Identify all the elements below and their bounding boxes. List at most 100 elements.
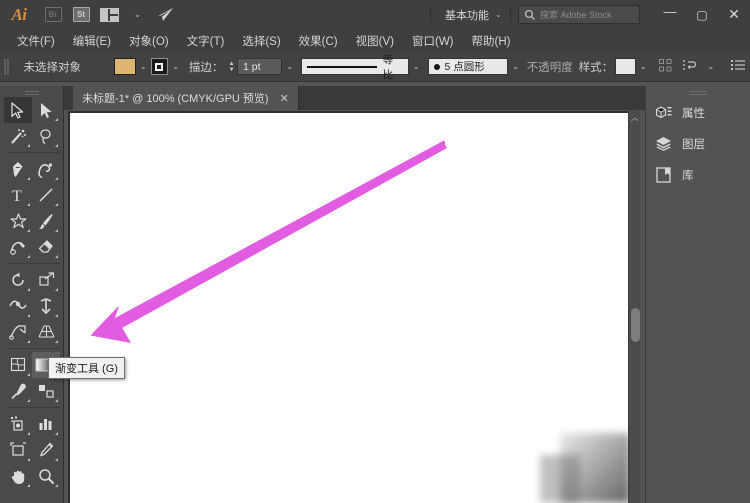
workspace-label: 基本功能 [445,9,489,22]
magic-wand-tool[interactable] [4,123,32,149]
menu-effect[interactable]: 效果(C) [290,31,347,51]
libraries-icon [655,166,672,183]
menu-select[interactable]: 选择(S) [233,31,289,51]
shape-tool[interactable] [4,208,32,234]
titlebar-divider-1 [430,6,431,23]
share-plane-icon[interactable] [152,4,178,26]
stroke-profile-chevron-icon[interactable]: ⌄ [409,62,424,71]
menu-edit[interactable]: 编辑(E) [64,31,120,51]
brush-label: 5 点圆形 [444,61,485,73]
arrange-documents-icon[interactable] [96,4,122,26]
fill-dropdown-chevron-icon[interactable]: ⌄ [136,62,151,71]
stroke-dropdown-chevron-icon[interactable]: ⌄ [168,62,183,71]
transform-icon[interactable] [677,59,703,75]
align-icon[interactable] [654,58,677,75]
line-segment-tool[interactable] [32,182,60,208]
stroke-profile-preview-icon [306,65,377,68]
panel-item-layers[interactable]: 图层 [646,128,750,159]
canvas-blur-artifact-1 [560,433,630,503]
rotate-tool[interactable] [4,267,32,293]
scale-tool[interactable] [32,267,60,293]
shaper-tool[interactable] [4,234,32,260]
menu-object[interactable]: 对象(O) [120,31,178,51]
panel-label-properties: 属性 [682,107,705,120]
more-options-icon[interactable] [726,59,750,74]
selection-status-label: 未选择对象 [23,61,82,74]
annotation-arrow-icon [90,140,447,343]
selection-tool[interactable] [4,97,32,123]
right-dock-grip[interactable] [646,86,750,97]
bridge-icon-label: Br [44,7,62,22]
mesh-tool[interactable] [4,352,32,378]
share-plane-glyph [157,8,173,21]
document-tab-title: 未标题-1* @ 100% (CMYK/GPU 预览) [82,93,269,105]
stroke-profile-select[interactable]: 等比 [300,54,409,81]
document-tab-close-icon[interactable]: ✕ [280,92,289,105]
tools-separator-4 [4,404,64,411]
tool-tooltip: 渐变工具 (G) [48,357,125,379]
pen-tool[interactable] [4,156,32,182]
direct-selection-tool[interactable] [32,97,60,123]
bridge-icon[interactable]: Br [40,4,66,26]
style-chevron-icon[interactable]: ⌄ [636,62,651,71]
canvas-vertical-scrollbar[interactable]: ︿ [628,110,640,503]
symbol-sprayer-tool[interactable] [4,411,32,437]
lasso-tool[interactable] [32,123,60,149]
stroke-color-swatch[interactable] [150,58,169,75]
tools-separator-3 [4,345,64,352]
free-transform-tool[interactable] [32,293,60,319]
brush-definition-select[interactable]: 5 点圆形 [427,58,509,75]
arrange-chevron-glyph: ⌄ [133,9,142,19]
slice-tool[interactable] [32,437,60,463]
canvas-area[interactable] [64,110,640,503]
control-bar-grip[interactable] [0,52,10,82]
title-bar: Ai Br St ⌄ 基本功能 ⌄ 搜索 Adobe Stock — ▢ ✕ [0,0,750,29]
artboard-tool[interactable] [4,437,32,463]
graphic-style-swatch[interactable] [615,58,636,75]
document-tab[interactable]: 未标题-1* @ 100% (CMYK/GPU 预览) ✕ [73,86,299,110]
tools-panel-grip[interactable] [0,86,63,97]
workspace-chevron-icon: ⌄ [495,10,502,19]
brush-chevron-icon[interactable]: ⌄ [508,62,523,71]
width-tool[interactable] [4,293,32,319]
paintbrush-tool[interactable] [32,208,60,234]
fill-color-swatch[interactable] [114,58,136,75]
stroke-weight-input[interactable]: 1 pt [237,58,283,75]
panel-item-properties[interactable]: 属性 [646,97,750,128]
artboard[interactable] [70,113,630,503]
eraser-tool[interactable] [32,234,60,260]
maximize-button[interactable]: ▢ [686,0,718,29]
perspective-grid-tool[interactable] [32,319,60,345]
minimize-button[interactable]: — [654,0,686,29]
tools-grid: T [0,97,64,489]
workspace-selector[interactable]: 基本功能 ⌄ [437,4,510,25]
column-graph-tool[interactable] [32,411,60,437]
brush-preview-icon [433,63,440,70]
stock-icon[interactable]: St [68,4,94,26]
panel-label-layers: 图层 [682,138,705,151]
scrollbar-thumb[interactable] [631,308,640,342]
eyedropper-tool[interactable] [4,378,32,404]
tools-separator-1 [4,149,64,156]
arrange-chevron-icon[interactable]: ⌄ [124,4,150,26]
stroke-weight-stepper[interactable]: ▲ ▼ [226,58,237,75]
type-tool[interactable]: T [4,182,32,208]
transform-chevron-icon[interactable]: ⌄ [703,62,718,71]
panel-item-libraries[interactable]: 库 [646,159,750,190]
menu-window[interactable]: 窗口(W) [403,31,463,51]
blend-tool[interactable] [32,378,60,404]
menu-view[interactable]: 视图(V) [347,31,403,51]
shape-builder-tool[interactable] [4,319,32,345]
menu-help[interactable]: 帮助(H) [463,31,520,51]
menu-bar: 文件(F) 编辑(E) 对象(O) 文字(T) 选择(S) 效果(C) 视图(V… [0,29,750,52]
curvature-tool[interactable] [32,156,60,182]
zoom-tool[interactable] [32,463,60,489]
stock-icon-label: St [72,7,90,22]
menu-file[interactable]: 文件(F) [8,31,64,51]
close-button[interactable]: ✕ [718,0,750,29]
scrollbar-up-icon[interactable]: ︿ [629,112,641,123]
stroke-weight-chevron-icon[interactable]: ⌄ [282,62,297,71]
stock-search-input[interactable]: 搜索 Adobe Stock [518,5,640,24]
menu-type[interactable]: 文字(T) [178,31,234,51]
hand-tool[interactable] [4,463,32,489]
